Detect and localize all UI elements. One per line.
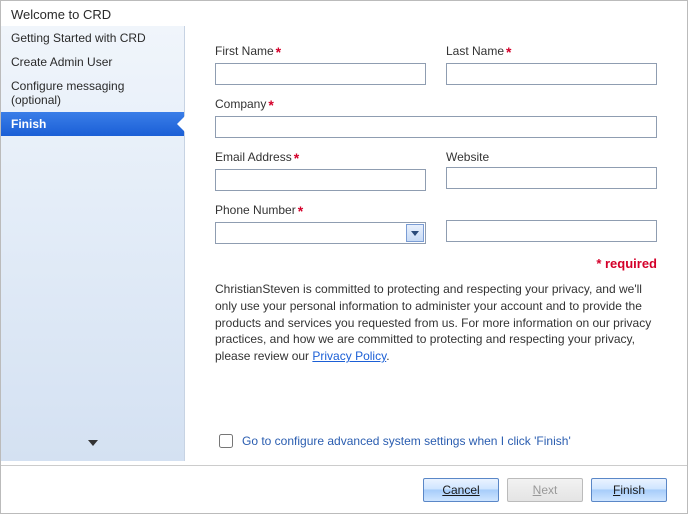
email-input[interactable] (215, 169, 426, 191)
email-label: Email Address* (215, 150, 426, 166)
privacy-body: ChristianSteven is committed to protecti… (215, 282, 651, 363)
email-field-group: Email Address* (215, 150, 426, 191)
phone-number-spacer (446, 203, 657, 217)
next-underline: Next (533, 483, 558, 497)
last-name-label: Last Name* (446, 44, 657, 60)
wizard-main: First Name* Last Name* Company* Email Ad… (185, 26, 687, 461)
phone-prefix-combo[interactable] (215, 222, 426, 244)
company-input[interactable] (215, 116, 657, 138)
phone-label: Phone Number* (215, 203, 426, 219)
sidebar-item-finish[interactable]: Finish (1, 112, 184, 136)
first-name-label: First Name* (215, 44, 426, 60)
privacy-period: . (386, 349, 389, 363)
last-name-input[interactable] (446, 63, 657, 85)
wizard-window: Welcome to CRD Getting Started with CRD … (0, 0, 688, 514)
advanced-settings-checkbox[interactable] (219, 434, 233, 448)
wizard-sidebar: Getting Started with CRD Create Admin Us… (1, 26, 185, 461)
chevron-down-icon[interactable] (406, 224, 424, 242)
website-input[interactable] (446, 167, 657, 189)
cancel-button[interactable]: Cancel (423, 478, 499, 502)
next-button: Next (507, 478, 583, 502)
privacy-text: ChristianSteven is committed to protecti… (215, 281, 657, 365)
sidebar-item-configure-messaging[interactable]: Configure messaging (optional) (1, 74, 184, 112)
advanced-settings-row: Go to configure advanced system settings… (215, 431, 657, 451)
finish-underline: Finish (613, 483, 645, 497)
website-field-group: Website (446, 150, 657, 191)
phone-number-input[interactable] (446, 220, 657, 242)
wizard-body: Getting Started with CRD Create Admin Us… (1, 26, 687, 461)
advanced-settings-label: Go to configure advanced system settings… (242, 434, 571, 448)
last-name-field-group: Last Name* (446, 44, 657, 85)
company-field-group: Company* (215, 97, 657, 138)
finish-button[interactable]: Finish (591, 478, 667, 502)
privacy-policy-link[interactable]: Privacy Policy (312, 349, 386, 363)
sidebar-more-icon[interactable] (1, 427, 184, 461)
website-label: Website (446, 150, 657, 164)
wizard-footer: Cancel Next Finish (1, 465, 687, 513)
sidebar-item-getting-started[interactable]: Getting Started with CRD (1, 26, 184, 50)
phone-number-field-group (446, 203, 657, 244)
first-name-input[interactable] (215, 63, 426, 85)
phone-prefix-field-group: Phone Number* (215, 203, 426, 244)
company-label: Company* (215, 97, 657, 113)
first-name-field-group: First Name* (215, 44, 426, 85)
required-note: * required (215, 256, 657, 271)
sidebar-item-create-admin[interactable]: Create Admin User (1, 50, 184, 74)
wizard-title: Welcome to CRD (1, 1, 687, 26)
